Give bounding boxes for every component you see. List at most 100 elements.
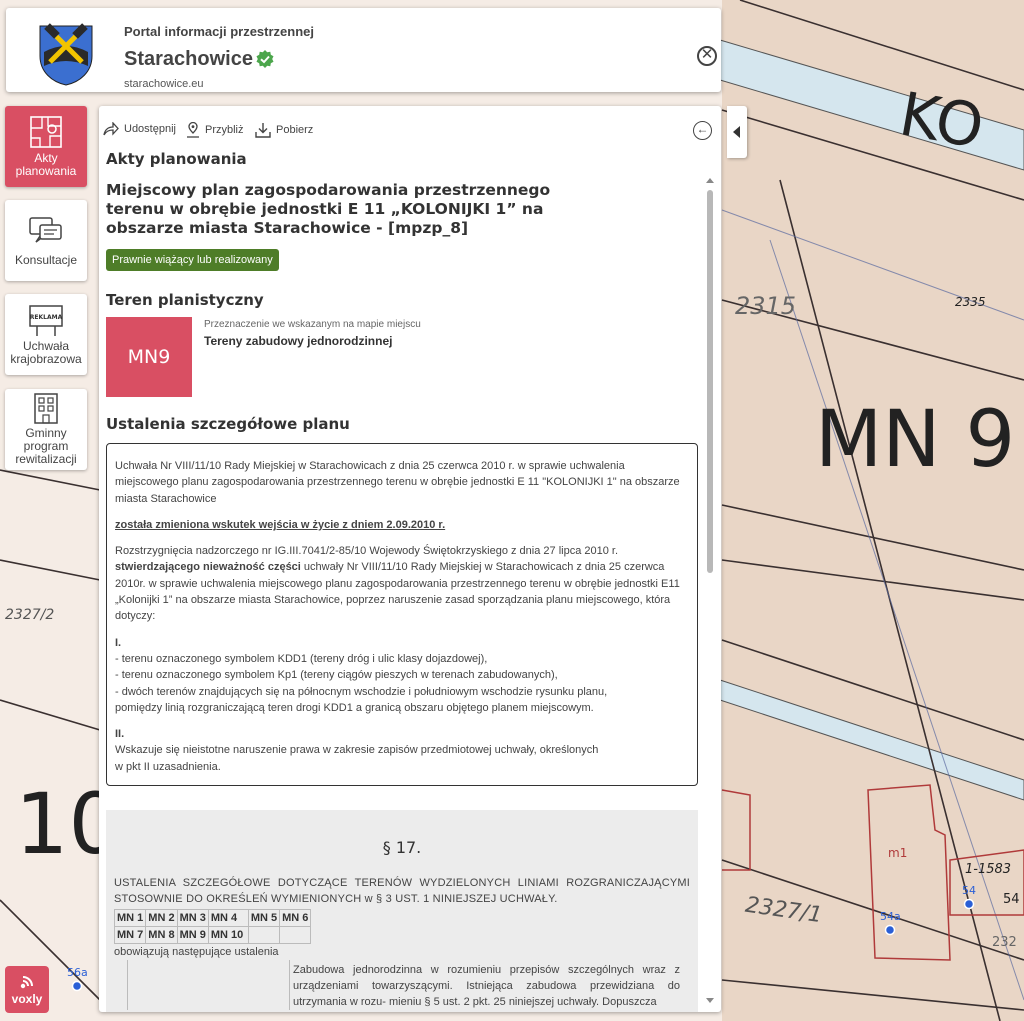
nav-akty-planowania[interactable]: Akty planowania — [5, 106, 87, 187]
nav-label: Uchwała krajobrazowa — [10, 339, 82, 366]
zone-code-cell: MN 7 — [113, 926, 147, 944]
verified-check-icon — [256, 50, 274, 68]
nav-uchwala-krajobrazowa[interactable]: REKLAMA Uchwała krajobrazowa — [5, 294, 87, 375]
zone-code-cell: MN 10 — [207, 926, 249, 944]
map-label-point: 54a — [880, 910, 901, 923]
map-label-parcel: 2315 — [735, 292, 797, 320]
close-button[interactable]: ✕ — [697, 46, 717, 66]
city-crest-logo — [39, 23, 93, 86]
zone-code-cell: MN 8 — [145, 926, 178, 944]
zoom-label: Przybliż — [205, 124, 244, 136]
zone-code-cell — [279, 926, 312, 944]
resolution-notice-box: Uchwała Nr VIII/11/10 Rady Miejskiej w S… — [106, 443, 698, 786]
notice-line: - terenu oznaczonego symbolem Kp1 (teren… — [115, 669, 558, 682]
notice-line: w pkt II uzasadnienia. — [115, 760, 221, 773]
info-panel: Udostępnij Przybliż Pobierz ← Akty plano… — [99, 106, 721, 1012]
map-label-parcel: 2335 — [955, 295, 986, 309]
zone-purpose: Tereny zabudowy jednorodzinnej — [204, 334, 393, 348]
zone-caption: Przeznaczenie we wskazanym na mapie miej… — [204, 319, 421, 330]
notice-emphasis: stwierdzającego nieważność części — [115, 561, 301, 574]
notice-text: Rozstrzygnięcia nadzorczego nr IG.III.70… — [115, 545, 619, 558]
zoom-to-button[interactable]: Przybliż — [186, 122, 244, 138]
zone-code-cell: MN 5 — [247, 909, 281, 927]
billboard-sign-text: REKLAMA — [30, 314, 63, 321]
notice-section-2: II. Wskazuje się nieistotne naruszenie p… — [115, 726, 687, 775]
notice-line: Wskazuje się nieistotne naruszenie prawa… — [115, 744, 599, 757]
nav-label: Gminny program rewitalizacji — [15, 426, 77, 466]
nav-konsultacje[interactable]: Konsultacje — [5, 200, 87, 281]
download-icon — [255, 123, 271, 138]
collapse-panel-button[interactable] — [727, 106, 747, 158]
map-label-zone-mn9: MN 9 — [815, 395, 1016, 485]
voxly-button[interactable]: voxly — [5, 966, 49, 1013]
nav-label: Akty planowania — [15, 151, 77, 178]
table-cell — [114, 960, 128, 1010]
table-cell — [128, 960, 290, 1010]
chevron-left-icon — [733, 126, 740, 138]
document-tail: obowiązują następujące ustalenia — [114, 946, 279, 958]
voxly-label: voxly — [11, 992, 43, 1006]
table-cell-text: Zabudowa jednorodzinna w rozumieniu prze… — [293, 964, 680, 1008]
map-label-ko: KO — [894, 79, 989, 163]
section-title: Akty planowania — [106, 150, 247, 168]
share-button[interactable]: Udostępnij — [103, 122, 176, 136]
document-intro: USTALENIA SZCZEGÓŁOWE DOTYCZĄCE TERENÓW … — [114, 877, 690, 905]
map-label-parcel: 1-1583 — [965, 862, 1012, 877]
notice-line: - dwóch terenów znajdujących się na półn… — [115, 685, 608, 698]
zone-code-cell: MN 4 — [207, 909, 249, 927]
notice-paragraph: Uchwała Nr VIII/11/10 Rady Miejskiej w S… — [115, 460, 680, 505]
map-label-parcel: m1 — [888, 846, 908, 860]
notice-section-1: I. - terenu oznaczonego symbolem KDD1 (t… — [115, 635, 687, 716]
map-label-point: 56a — [67, 966, 88, 979]
share-label: Udostępnij — [124, 123, 176, 135]
scroll-down-arrow[interactable] — [706, 998, 714, 1003]
share-icon — [103, 122, 119, 136]
map-label-point: 54 — [962, 884, 976, 897]
location-pin-icon — [187, 122, 199, 138]
section-number: II. — [115, 728, 125, 741]
document-table-row: Zabudowa jednorodzinna w rozumieniu prze… — [114, 960, 690, 1010]
plan-title: Miejscowy plan zagospodarowania przestrz… — [106, 181, 551, 237]
table-row: MN 1 MN 2 MN 3 MN 4 MN 5 MN 6 — [113, 909, 312, 927]
table-row: MN 7 MN 8 MN 9 MN 10 — [113, 926, 312, 944]
notice-line: - terenu oznaczonego symbolem KDD1 (tere… — [115, 652, 488, 665]
zone-section-title: Teren planistyczny — [106, 291, 264, 309]
download-label: Pobierz — [276, 124, 314, 136]
zone-code-cell: MN 1 — [113, 909, 147, 927]
notice-amendment: została zmieniona wskutek wejścia w życi… — [115, 518, 446, 531]
map-label-point: 54 — [1003, 892, 1020, 907]
section-number: I. — [115, 636, 122, 649]
map-label-parcel: 2327/2 — [5, 607, 55, 623]
details-title: Ustalenia szczegółowe planu — [106, 415, 350, 433]
panel-content: Akty planowania Miejscowy plan zagospoda… — [106, 150, 706, 786]
nav-label: Konsultacje — [14, 253, 78, 267]
plan-document-excerpt: § 17. USTALENIA SZCZEGÓŁOWE DOTYCZĄCE TE… — [106, 810, 698, 1012]
header-card: Portal informacji przestrzennej Staracho… — [6, 8, 721, 92]
zone-row: MN9 Przeznaczenie we wskazanym na mapie … — [106, 317, 706, 403]
scroll-up-arrow[interactable] — [706, 178, 714, 183]
zone-code-cell: MN 6 — [279, 909, 312, 927]
paragraph-heading: § 17. — [382, 838, 422, 857]
billboard-icon: REKLAMA — [29, 305, 63, 336]
map-plan-icon — [30, 116, 62, 148]
zone-code-cell — [247, 926, 281, 944]
status-badge: Prawnie wiążący lub realizowany — [106, 249, 279, 271]
download-button[interactable]: Pobierz — [255, 122, 313, 138]
notice-line: pomiędzy linią rozgraniczającą teren dro… — [115, 701, 594, 714]
scrollbar-thumb[interactable] — [707, 190, 713, 573]
city-url: starachowice.eu — [124, 78, 204, 90]
zone-code-box: MN9 — [106, 317, 192, 397]
map-label-parcel: 232 — [992, 935, 1017, 950]
nav-gminny-program-rewitalizacji[interactable]: Gminny program rewitalizacji — [5, 389, 87, 470]
voxly-sound-icon — [20, 976, 33, 989]
portal-name: Portal informacji przestrzennej — [124, 24, 314, 39]
chat-bubbles-icon — [29, 217, 62, 243]
zone-code-cell: MN 9 — [176, 926, 209, 944]
city-name: Starachowice — [124, 48, 253, 70]
zone-codes-table: MN 1 MN 2 MN 3 MN 4 MN 5 MN 6 MN 7 MN 8 … — [113, 909, 312, 944]
building-icon — [34, 393, 58, 424]
zone-code-cell: MN 2 — [145, 909, 178, 927]
notice-paragraph: Rozstrzygnięcia nadzorczego nr IG.III.70… — [115, 543, 687, 624]
back-arrow-button[interactable]: ← — [693, 121, 712, 140]
zone-code-cell: MN 3 — [176, 909, 209, 927]
